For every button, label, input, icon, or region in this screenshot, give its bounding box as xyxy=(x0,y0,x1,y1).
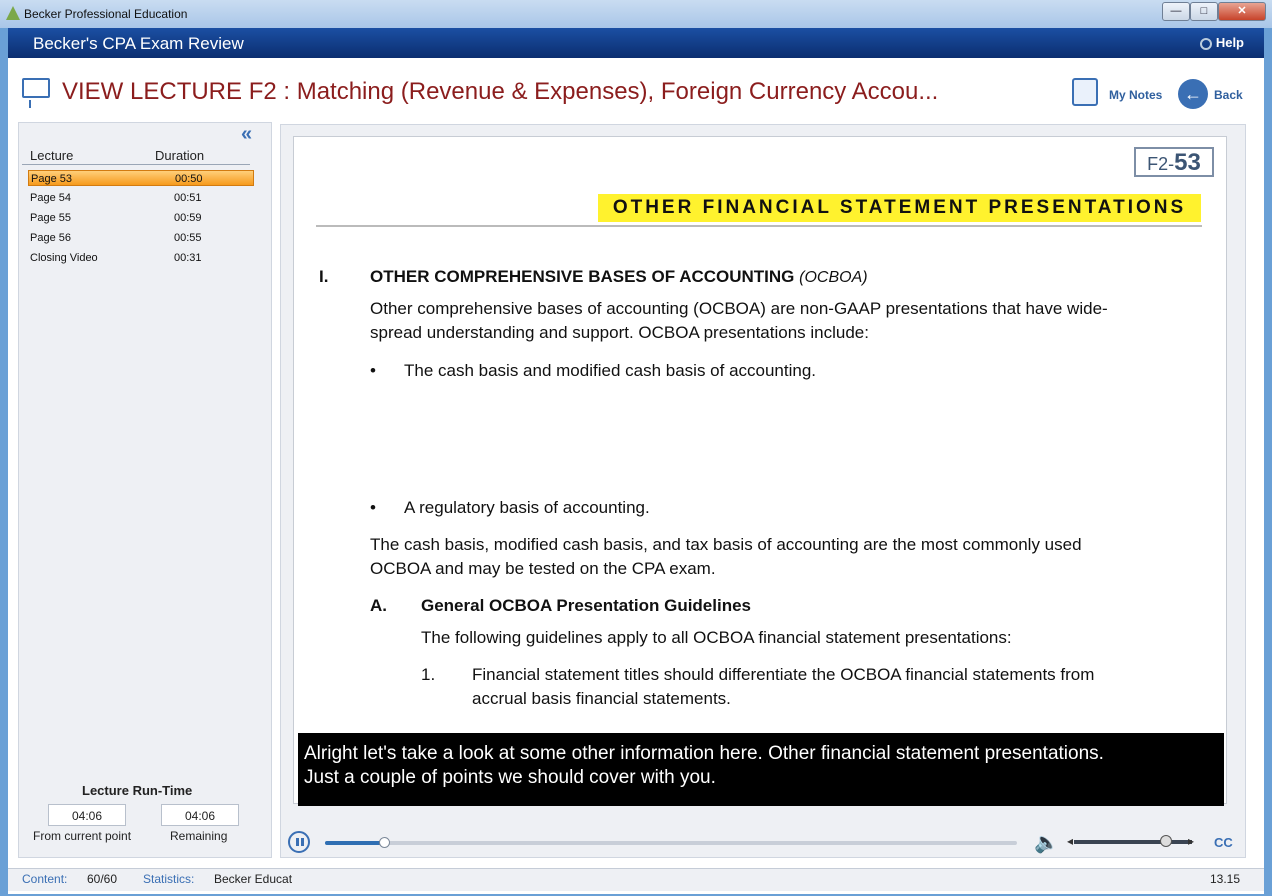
version-label: 13.15 xyxy=(1210,872,1241,886)
slide-page-tag: F2-53 xyxy=(1134,147,1214,177)
item-1-line-2: accrual basis financial statements. xyxy=(472,689,731,708)
progress-thumb[interactable] xyxy=(379,837,390,848)
time-from-current: 04:06 xyxy=(48,804,126,826)
lecture-duration: 00:51 xyxy=(174,192,202,204)
lecture-row-closing-video[interactable]: Closing Video 00:31 xyxy=(28,250,254,266)
app-name: Becker's CPA Exam Review xyxy=(33,34,244,53)
para2-line-1: The cash basis, modified cash basis, and… xyxy=(370,535,1082,554)
slide-tag-number: 53 xyxy=(1174,149,1201,176)
subsection-number: A. xyxy=(370,596,387,615)
intro-line-2: spread understanding and support. OCBOA … xyxy=(370,323,869,342)
caption-line-2: Just a couple of points we should cover … xyxy=(304,767,716,788)
lecture-row-page-53[interactable]: Page 53 00:50 xyxy=(28,170,254,186)
minimize-button[interactable]: — xyxy=(1162,2,1190,21)
window-title: Becker Professional Education xyxy=(24,7,188,21)
bullet-item-2: A regulatory basis of accounting. xyxy=(404,498,650,517)
closed-caption-button[interactable]: CC xyxy=(1214,835,1233,850)
back-arrow-icon: ← xyxy=(1178,79,1208,109)
section-title-abbr: (OCBOA) xyxy=(799,269,868,286)
lecture-duration: 00:31 xyxy=(174,252,202,264)
lecture-row-page-56[interactable]: Page 56 00:55 xyxy=(28,230,254,246)
intro-line-1: Other comprehensive bases of accounting … xyxy=(370,299,1108,318)
status-bar xyxy=(8,868,1264,891)
bullet-dot-icon: • xyxy=(370,498,376,517)
lecture-duration: 00:50 xyxy=(175,173,203,185)
notes-pencil-icon xyxy=(1072,78,1098,106)
progress-slider[interactable] xyxy=(325,837,1017,848)
content-value: 60/60 xyxy=(87,872,118,886)
statistics-label: Statistics: xyxy=(143,872,195,886)
caption-line-1: Alright let's take a look at some other … xyxy=(304,743,1104,764)
para2-line-2: OCBOA and may be tested on the CPA exam. xyxy=(370,559,716,578)
section-title-text: OTHER COMPREHENSIVE BASES OF ACCOUNTING xyxy=(370,267,795,286)
subsection-intro: The following guidelines apply to all OC… xyxy=(421,628,1012,647)
statistics-value: Becker Educat xyxy=(214,872,293,886)
help-label: Help xyxy=(1215,35,1244,50)
presentation-icon xyxy=(22,78,50,98)
help-icon xyxy=(1199,38,1212,50)
lecture-slide: F2-53 OTHER FINANCIAL STATEMENT PRESENTA… xyxy=(293,136,1227,804)
volume-slider[interactable] xyxy=(1074,835,1192,847)
lecture-column-header: Lecture xyxy=(30,148,74,163)
lecture-row-page-54[interactable]: Page 54 00:51 xyxy=(28,190,254,206)
slide-divider xyxy=(316,225,1202,227)
content-label: Content: xyxy=(22,872,68,886)
lecture-name: Page 53 xyxy=(31,173,72,185)
slide-heading: OTHER FINANCIAL STATEMENT PRESENTATIONS xyxy=(598,194,1201,222)
section-number: I. xyxy=(319,267,329,286)
slide-tag-prefix: F2- xyxy=(1147,154,1175,174)
lecture-name: Closing Video xyxy=(30,252,98,264)
volume-thumb[interactable] xyxy=(1160,835,1172,847)
window-titlebar[interactable]: Becker Professional Education — □ ✕ xyxy=(0,0,1272,28)
item-1-line-1: Financial statement titles should differ… xyxy=(472,665,1095,684)
maximize-button[interactable]: □ xyxy=(1190,2,1218,21)
page-title: VIEW LECTURE F2 : Matching (Revenue & Ex… xyxy=(62,78,939,105)
lecture-duration: 00:59 xyxy=(174,212,202,224)
bullet-item-1: The cash basis and modified cash basis o… xyxy=(404,361,817,380)
duration-column-header: Duration xyxy=(155,148,205,163)
brand-bar: Becker's CPA Exam Review Help xyxy=(8,28,1264,58)
my-notes-label: My Notes xyxy=(1109,88,1163,102)
pause-button[interactable] xyxy=(288,831,310,853)
speaker-icon[interactable]: 🔈 xyxy=(1034,830,1059,854)
back-label: Back xyxy=(1214,88,1243,102)
collapse-sidebar-icon[interactable]: « xyxy=(241,123,252,146)
lecture-name: Page 56 xyxy=(30,232,71,244)
my-notes-button[interactable]: My Notes xyxy=(1072,78,1164,110)
remaining-caption: Remaining xyxy=(170,829,228,843)
subsection-title: General OCBOA Presentation Guidelines xyxy=(421,596,752,615)
time-remaining: 04:06 xyxy=(161,804,239,826)
lecture-duration: 00:55 xyxy=(174,232,202,244)
section-title: OTHER COMPREHENSIVE BASES OF ACCOUNTING … xyxy=(370,267,868,287)
app-logo-icon xyxy=(6,6,20,20)
help-button[interactable]: Help xyxy=(1196,33,1250,53)
item-1-number: 1. xyxy=(421,665,436,684)
volume-min-icon: ◂ xyxy=(1067,834,1074,848)
closed-caption: Alright let's take a look at some other … xyxy=(298,733,1224,806)
progress-fill xyxy=(325,841,384,845)
lecture-name: Page 54 xyxy=(30,192,71,204)
header-divider xyxy=(22,164,250,165)
lecture-row-page-55[interactable]: Page 55 00:59 xyxy=(28,210,254,226)
volume-max-icon: ▸ xyxy=(1188,834,1195,848)
bullet-dot-icon: • xyxy=(370,361,376,380)
close-button[interactable]: ✕ xyxy=(1218,2,1266,21)
lecture-name: Page 55 xyxy=(30,212,71,224)
back-button[interactable]: ← Back xyxy=(1178,78,1250,110)
runtime-title: Lecture Run-Time xyxy=(82,783,193,798)
from-current-caption: From current point xyxy=(33,829,132,843)
